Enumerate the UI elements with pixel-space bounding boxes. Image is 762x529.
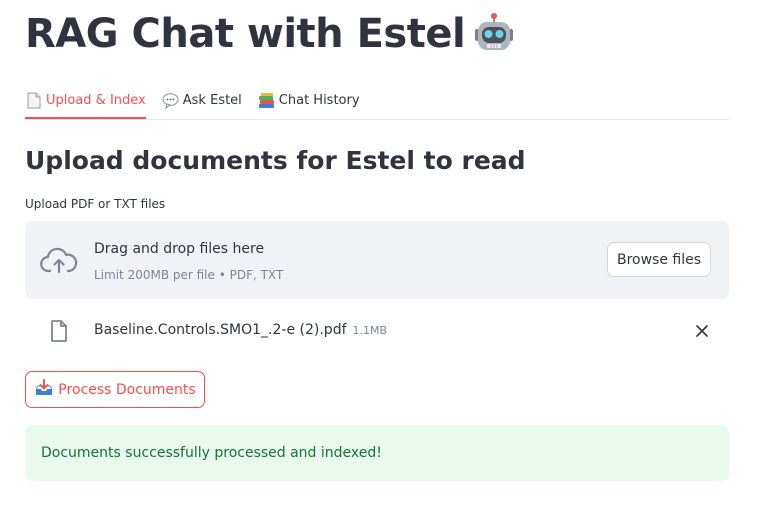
browse-files-button[interactable]: Browse files bbox=[607, 242, 711, 277]
tab-label: Ask Estel bbox=[182, 92, 242, 108]
page-title: RAG Chat with Estel bbox=[25, 8, 515, 66]
remove-file-button[interactable] bbox=[694, 323, 710, 339]
section-heading: Upload documents for Estel to read bbox=[25, 146, 526, 175]
tab-label: Chat History bbox=[278, 92, 360, 108]
file-icon bbox=[50, 320, 68, 346]
tab-bar: Upload & Index Ask Estel Chat History bbox=[25, 83, 729, 120]
page-title-text: RAG Chat with Estel bbox=[25, 11, 466, 57]
dropzone-limit: Limit 200MB per file • PDF, TXT bbox=[94, 268, 284, 282]
file-name-text: Baseline.Controls.SMO1_.2-e (2).pdf bbox=[94, 322, 347, 338]
close-icon bbox=[696, 325, 708, 337]
books-icon bbox=[258, 92, 275, 109]
uploader-label: Upload PDF or TXT files bbox=[25, 197, 166, 211]
cloud-upload-icon bbox=[40, 247, 78, 279]
tab-label: Upload & Index bbox=[46, 92, 146, 108]
success-alert: Documents successfully processed and ind… bbox=[25, 425, 729, 481]
process-button-label: Process Documents bbox=[58, 381, 196, 398]
file-size: 1.1MB bbox=[352, 324, 388, 337]
tab-chat-history[interactable]: Chat History bbox=[258, 83, 360, 117]
inbox-tray-icon bbox=[34, 378, 54, 401]
file-dropzone[interactable]: Drag and drop files here Limit 200MB per… bbox=[25, 221, 729, 299]
speech-bubble-icon bbox=[162, 92, 179, 109]
page-icon bbox=[25, 92, 42, 109]
process-documents-button[interactable]: Process Documents bbox=[25, 371, 205, 408]
dropzone-instructions: Drag and drop files here bbox=[94, 241, 265, 257]
uploaded-file-row: Baseline.Controls.SMO1_.2-e (2).pdf 1.1MB bbox=[25, 310, 729, 352]
success-message: Documents successfully processed and ind… bbox=[41, 445, 382, 461]
file-name: Baseline.Controls.SMO1_.2-e (2).pdf 1.1MB bbox=[94, 322, 387, 338]
robot-icon bbox=[473, 13, 515, 66]
tab-upload-index[interactable]: Upload & Index bbox=[25, 83, 146, 119]
tab-ask-estel[interactable]: Ask Estel bbox=[162, 83, 242, 117]
